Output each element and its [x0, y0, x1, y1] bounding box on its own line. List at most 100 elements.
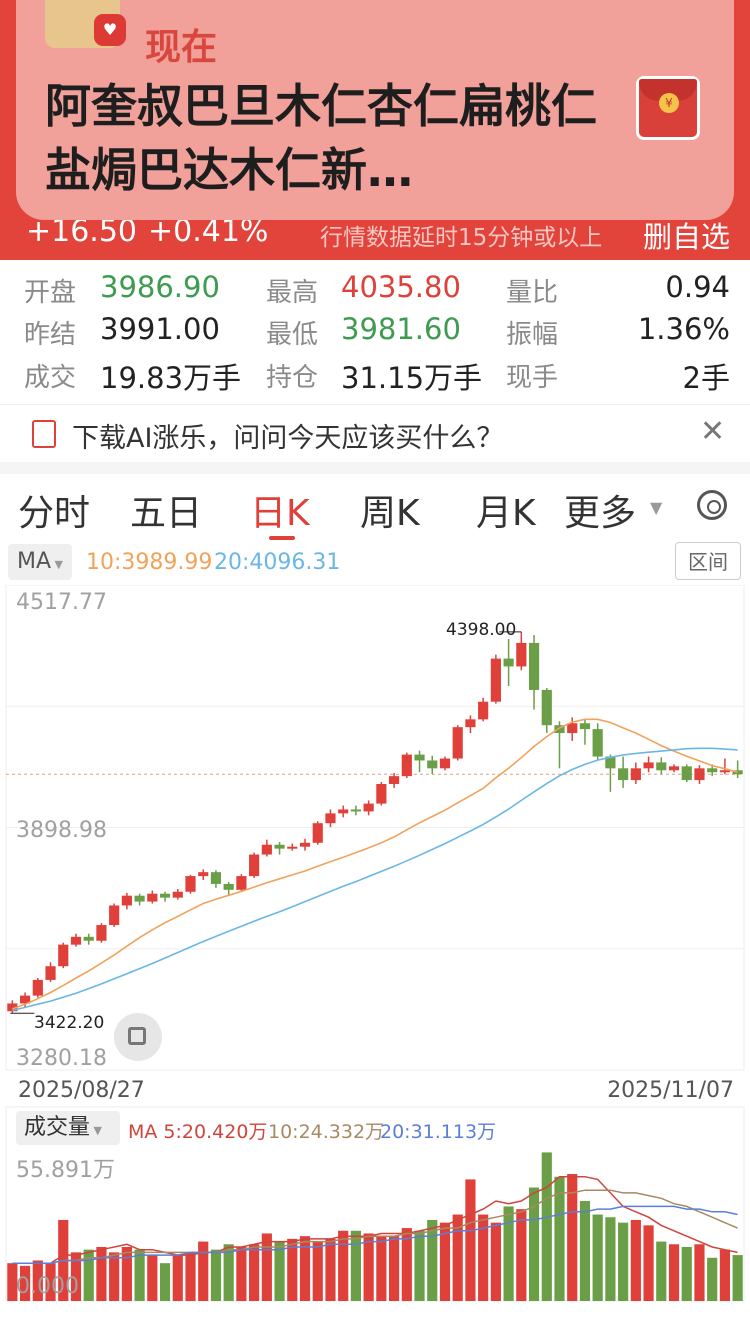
candle-body — [287, 846, 298, 849]
ma20-readout: 20:4096.31 — [214, 550, 341, 575]
volume-bar — [172, 1255, 183, 1301]
candlestick-chart[interactable] — [0, 585, 750, 1075]
interval-button[interactable]: 区间 — [675, 542, 741, 580]
y-axis-min-label: 3280.18 — [16, 1046, 107, 1071]
open-value: 3986.90 — [100, 270, 220, 304]
candle-body — [70, 936, 82, 945]
tab-monthly-k[interactable]: 月K — [476, 484, 536, 536]
candle-body — [414, 754, 425, 761]
volume-bar — [732, 1255, 743, 1301]
candle-body — [147, 893, 158, 902]
tab-more[interactable]: 更多 — [564, 484, 636, 536]
candle-body — [32, 979, 43, 996]
volume-ratio-label: 量比 — [506, 278, 559, 308]
candle-body — [172, 891, 183, 898]
document-icon — [32, 420, 56, 448]
y-axis-mid-label: 3898.98 — [16, 818, 107, 843]
volume-value: 19.83万手 — [100, 361, 242, 395]
volume-bar — [681, 1246, 692, 1301]
candle-body — [681, 766, 692, 781]
volume-bar — [656, 1241, 667, 1301]
candle-body — [567, 723, 578, 734]
volume-bar — [694, 1244, 705, 1301]
candle-body — [121, 895, 132, 906]
last-volume-value: 2手 — [682, 361, 730, 395]
candle-body — [312, 823, 323, 843]
candle-body — [579, 723, 591, 730]
volume-ma10-line — [12, 1189, 738, 1264]
open-label: 开盘 — [24, 278, 77, 308]
active-tab-indicator — [269, 536, 295, 540]
candle-body — [96, 925, 107, 941]
candle-body — [707, 768, 718, 773]
candle-body — [503, 658, 514, 667]
volume-bar — [147, 1255, 158, 1301]
low-value: 3981.60 — [341, 312, 461, 346]
candle-body — [618, 768, 629, 781]
ai-promo-text[interactable]: 下载AI涨乐，问问今天应该买什么？ — [72, 416, 503, 455]
candle-body — [249, 854, 260, 877]
ma10-readout: 10:3989.99 — [86, 550, 213, 575]
candle-body — [401, 754, 412, 777]
candle-body — [388, 776, 400, 784]
volume-bar — [338, 1230, 349, 1301]
volume-bar — [274, 1241, 285, 1301]
ma10-line — [12, 718, 738, 1010]
volume-bar — [630, 1219, 641, 1301]
volume-bar — [325, 1238, 336, 1301]
low-label: 最低 — [266, 320, 319, 350]
tab-daily-k[interactable]: 日K — [250, 484, 310, 536]
tab-five-day[interactable]: 五日 — [130, 484, 202, 536]
candle-body — [223, 883, 234, 890]
open-interest-value: 31.15万手 — [341, 361, 483, 395]
candle-body — [528, 642, 540, 690]
volume-bar — [376, 1236, 387, 1301]
volume-bar — [668, 1244, 680, 1301]
settings-icon[interactable] — [697, 490, 727, 520]
volume-bar — [618, 1222, 629, 1301]
delay-notice: 行情数据延时15分钟或以上 — [320, 225, 603, 251]
candle-body — [719, 770, 731, 773]
volume-bar — [516, 1209, 527, 1301]
volume-bar — [490, 1222, 501, 1301]
x-axis-end-date: 2025/11/07 — [607, 1078, 734, 1103]
red-packet-icon: ¥ — [636, 76, 700, 140]
volume-bar — [261, 1233, 272, 1301]
indicator-select-label: MA — [17, 549, 52, 574]
remove-watchlist-button[interactable]: 删自选 — [643, 214, 730, 256]
volume-bar — [134, 1249, 145, 1301]
last-volume-label: 现手 — [506, 363, 559, 393]
volume-bar — [109, 1252, 120, 1301]
notification-title: 阿奎叔巴旦木仁杏仁扁桃仁盐焗巴达木仁新… — [45, 79, 597, 197]
candle-body — [541, 689, 552, 726]
indicator-select[interactable]: MA ▼ — [8, 544, 72, 580]
volume-bar — [541, 1152, 552, 1301]
prev-settle-label: 昨结 — [24, 320, 77, 350]
high-value: 4035.80 — [341, 270, 461, 304]
candle-body — [350, 809, 362, 812]
volume-bar — [96, 1246, 107, 1301]
candle-body — [210, 872, 222, 884]
volume-ma5-line — [12, 1175, 738, 1264]
volume-bar — [643, 1225, 654, 1301]
close-icon[interactable]: ✕ — [700, 414, 725, 449]
candle-body — [465, 719, 476, 728]
ma20-line — [12, 747, 738, 1012]
volume-bar — [249, 1244, 260, 1301]
volume-bar — [414, 1230, 425, 1301]
volume-axis-min-label: 0.000 — [16, 1274, 79, 1299]
high-label: 最高 — [266, 278, 319, 308]
volume-bar — [605, 1217, 616, 1301]
fullscreen-toggle-button[interactable] — [114, 1013, 162, 1061]
volume-bar — [388, 1236, 400, 1301]
volume-chart[interactable] — [0, 1105, 750, 1305]
candle-body — [58, 944, 69, 967]
volume-bar — [503, 1206, 514, 1301]
tab-intraday[interactable]: 分时 — [18, 484, 90, 536]
candle-body — [134, 895, 145, 902]
prev-settle-value: 3991.00 — [100, 312, 220, 346]
candle-body — [427, 760, 438, 769]
tab-weekly-k[interactable]: 周K — [360, 484, 420, 536]
volume-bar — [210, 1249, 222, 1301]
candle-body — [325, 813, 336, 824]
